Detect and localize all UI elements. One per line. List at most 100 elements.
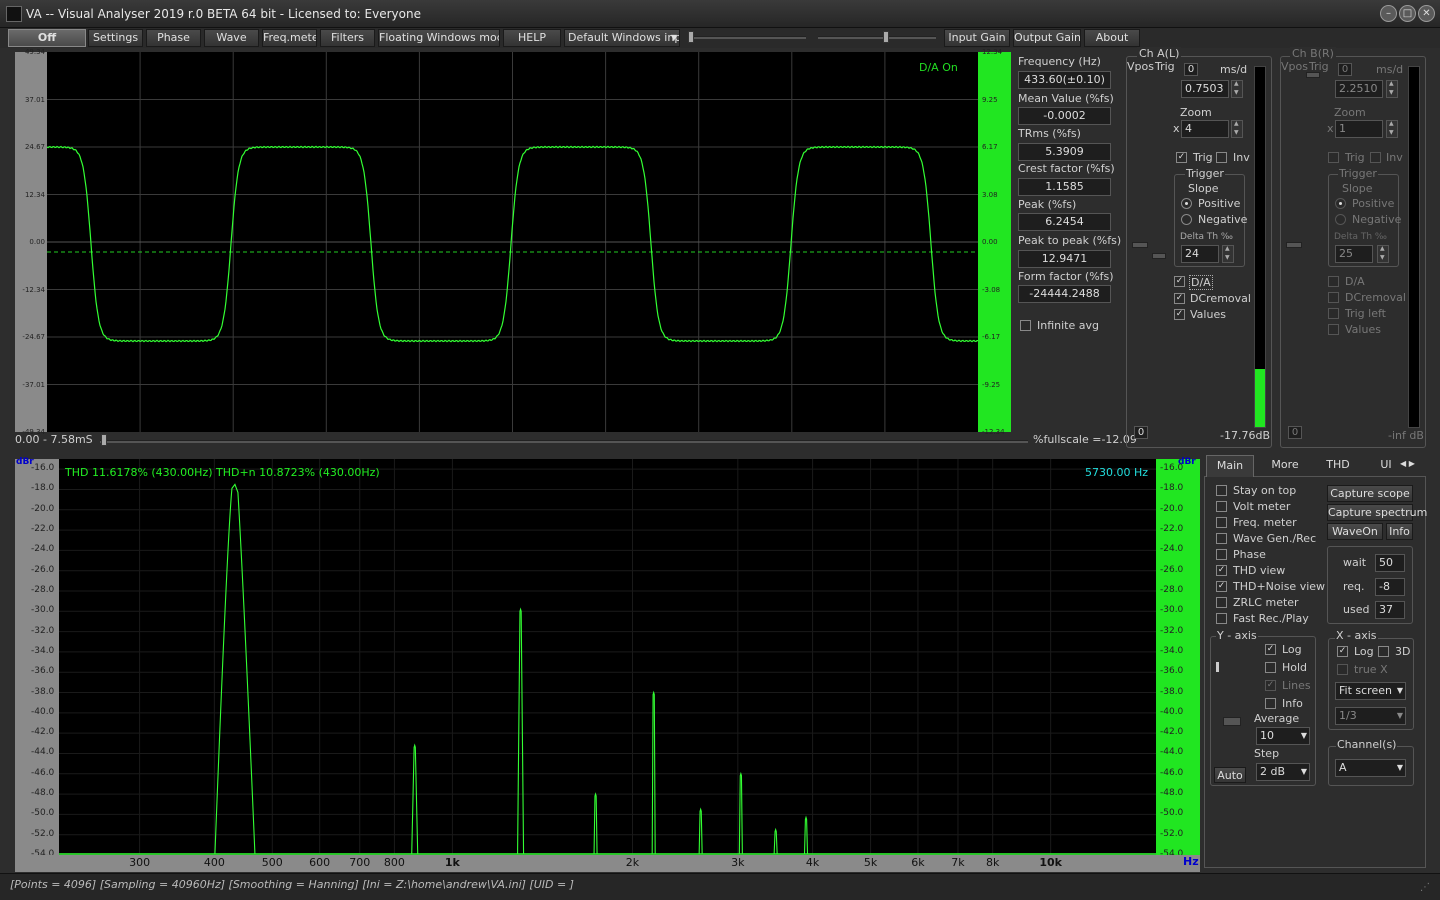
freqmeter-button[interactable]: Freq.meter: [262, 29, 317, 47]
channel-b-inv-checkbox[interactable]: [1370, 152, 1381, 163]
channel-select[interactable]: A ▼: [1335, 759, 1406, 777]
y-lines-checkbox[interactable]: ✓: [1265, 680, 1276, 691]
y-log-checkbox[interactable]: ✓: [1265, 644, 1276, 655]
y-axis-scroll-handle[interactable]: [1216, 662, 1219, 672]
infinite-avg-checkbox[interactable]: [1020, 320, 1031, 331]
step-select[interactable]: 2 dB ▼: [1256, 763, 1310, 781]
channel-b-zoom-input[interactable]: 1: [1335, 120, 1383, 138]
auto-button[interactable]: Auto: [1214, 767, 1246, 783]
output-gain-slider[interactable]: [818, 36, 936, 39]
feature-checkbox[interactable]: [1216, 533, 1227, 544]
channel-b-trigleft-checkbox[interactable]: [1328, 308, 1339, 319]
tab-more[interactable]: More: [1260, 455, 1310, 477]
phase-button[interactable]: Phase: [146, 29, 201, 47]
channel-a-delta-input[interactable]: 24: [1181, 245, 1219, 263]
feature-checkbox[interactable]: [1216, 613, 1227, 624]
channel-a-da-checkbox[interactable]: ✓: [1174, 276, 1185, 287]
filters-button[interactable]: Filters: [320, 29, 375, 47]
octave-select[interactable]: 1/3 ▼: [1335, 707, 1406, 725]
channel-b-values-checkbox[interactable]: [1328, 324, 1339, 335]
truex-checkbox[interactable]: [1337, 664, 1348, 675]
output-gain-thumb[interactable]: [883, 31, 889, 43]
channel-b-positive-radio[interactable]: [1335, 198, 1346, 209]
display-mode-select[interactable]: Default Windows inp ▼: [564, 29, 680, 47]
help-button[interactable]: HELP: [503, 29, 561, 47]
channel-b-vpos-slider[interactable]: [1286, 242, 1302, 248]
oscilloscope-display[interactable]: D/A On: [46, 52, 978, 432]
spectrum-left-tick: -24.0: [31, 544, 55, 555]
about-button[interactable]: About: [1084, 29, 1140, 47]
infinite-avg-label: Infinite avg: [1037, 319, 1099, 332]
tab-thd[interactable]: THD: [1314, 455, 1362, 477]
channel-a-inv-checkbox[interactable]: [1216, 152, 1227, 163]
tab-scroll-icon[interactable]: ◀ ▶: [1400, 459, 1415, 468]
channel-a-negative-radio[interactable]: [1181, 214, 1192, 225]
feature-checkbox[interactable]: [1216, 501, 1227, 512]
resize-grip-icon[interactable]: ⋰: [1420, 882, 1430, 893]
y-info-checkbox[interactable]: [1265, 698, 1276, 709]
channel-a-ms-zero[interactable]: 0: [1184, 63, 1198, 76]
info-button[interactable]: Info: [1386, 523, 1413, 540]
channel-b-trig-checkbox[interactable]: [1328, 152, 1339, 163]
channel-b-zero-bottom[interactable]: 0: [1288, 426, 1302, 439]
channel-a-positive-radio[interactable]: [1181, 198, 1192, 209]
channel-a-zero-bottom[interactable]: 0: [1134, 426, 1148, 439]
scope-position-thumb[interactable]: [101, 434, 107, 446]
spectrum-x-tick: 3k: [731, 856, 745, 869]
channel-b-ms-zero[interactable]: 0: [1338, 63, 1352, 76]
channel-a-zoom-input[interactable]: 4: [1181, 120, 1229, 138]
channel-a-values-checkbox[interactable]: ✓: [1174, 309, 1185, 320]
channel-b-ms-input[interactable]: 2.2510: [1335, 80, 1383, 98]
fit-select[interactable]: Fit screen ▼: [1335, 682, 1406, 700]
channel-a-zoom-spinner[interactable]: [1231, 120, 1243, 138]
x-3d-checkbox[interactable]: [1378, 646, 1389, 657]
feature-checkbox[interactable]: [1216, 549, 1227, 560]
input-gain-thumb[interactable]: [688, 31, 694, 43]
channel-a-ms-input[interactable]: 0.7503: [1181, 80, 1229, 98]
close-icon[interactable]: ✕: [1418, 5, 1435, 22]
p2p-value: 12.9471: [1018, 250, 1111, 268]
capture-spectrum-button[interactable]: Capture spectrum: [1327, 504, 1427, 521]
channel-b-zoom-spinner[interactable]: [1386, 120, 1398, 138]
channel-b-delta-spinner[interactable]: [1377, 245, 1389, 263]
channel-a-delta-spinner[interactable]: [1222, 245, 1234, 263]
channel-b-ms-spinner[interactable]: [1386, 80, 1398, 98]
channel-b-dcremoval-checkbox[interactable]: [1328, 292, 1339, 303]
channel-a-dcremoval-checkbox[interactable]: ✓: [1174, 293, 1185, 304]
channel-b-negative-radio[interactable]: [1335, 214, 1346, 225]
wave-button[interactable]: Wave: [204, 29, 259, 47]
channel-a-trig-cb-label: Trig: [1193, 151, 1213, 164]
x-log-checkbox[interactable]: ✓: [1337, 646, 1348, 657]
feature-checkbox[interactable]: [1216, 517, 1227, 528]
maximize-icon[interactable]: □: [1399, 5, 1416, 22]
channel-b-da-checkbox[interactable]: [1328, 276, 1339, 287]
scope-position-slider[interactable]: [100, 440, 1028, 443]
channel-a-vpos-slider[interactable]: [1132, 242, 1148, 248]
input-gain-button[interactable]: Input Gain: [944, 29, 1010, 47]
time-range-label: 0.00 - 7.58mS: [15, 433, 93, 446]
feature-checkbox[interactable]: [1216, 485, 1227, 496]
y-offset-slider[interactable]: [1223, 717, 1241, 726]
off-button[interactable]: Off: [8, 29, 86, 47]
mean-value: -0.0002: [1018, 107, 1111, 125]
y-hold-checkbox[interactable]: [1265, 662, 1276, 673]
minimize-icon[interactable]: –: [1380, 5, 1397, 22]
feature-checkbox[interactable]: ✓: [1216, 581, 1227, 592]
output-gain-button[interactable]: Output Gain: [1013, 29, 1081, 47]
channel-b-trig-slider[interactable]: [1306, 72, 1320, 78]
channel-a-trig-slider[interactable]: [1152, 253, 1166, 259]
capture-scope-button[interactable]: Capture scope: [1327, 485, 1413, 502]
channel-a-trig-checkbox[interactable]: ✓: [1176, 152, 1187, 163]
settings-button[interactable]: Settings: [88, 29, 143, 47]
spectrum-display[interactable]: THD 11.6178% (430.00Hz) THD+n 10.8723% (…: [59, 459, 1156, 856]
floating-windows-button[interactable]: Floating Windows mode: [378, 29, 500, 47]
tab-ui[interactable]: UI: [1372, 455, 1400, 477]
channel-b-delta-input[interactable]: 25: [1335, 245, 1373, 263]
channel-a-ms-spinner[interactable]: [1231, 80, 1243, 98]
tab-main[interactable]: Main: [1206, 455, 1254, 477]
input-gain-slider[interactable]: [688, 36, 806, 39]
waveon-button[interactable]: WaveOn: [1327, 523, 1383, 540]
feature-checkbox[interactable]: [1216, 597, 1227, 608]
feature-checkbox[interactable]: ✓: [1216, 565, 1227, 576]
average-select[interactable]: 10 ▼: [1256, 727, 1310, 745]
